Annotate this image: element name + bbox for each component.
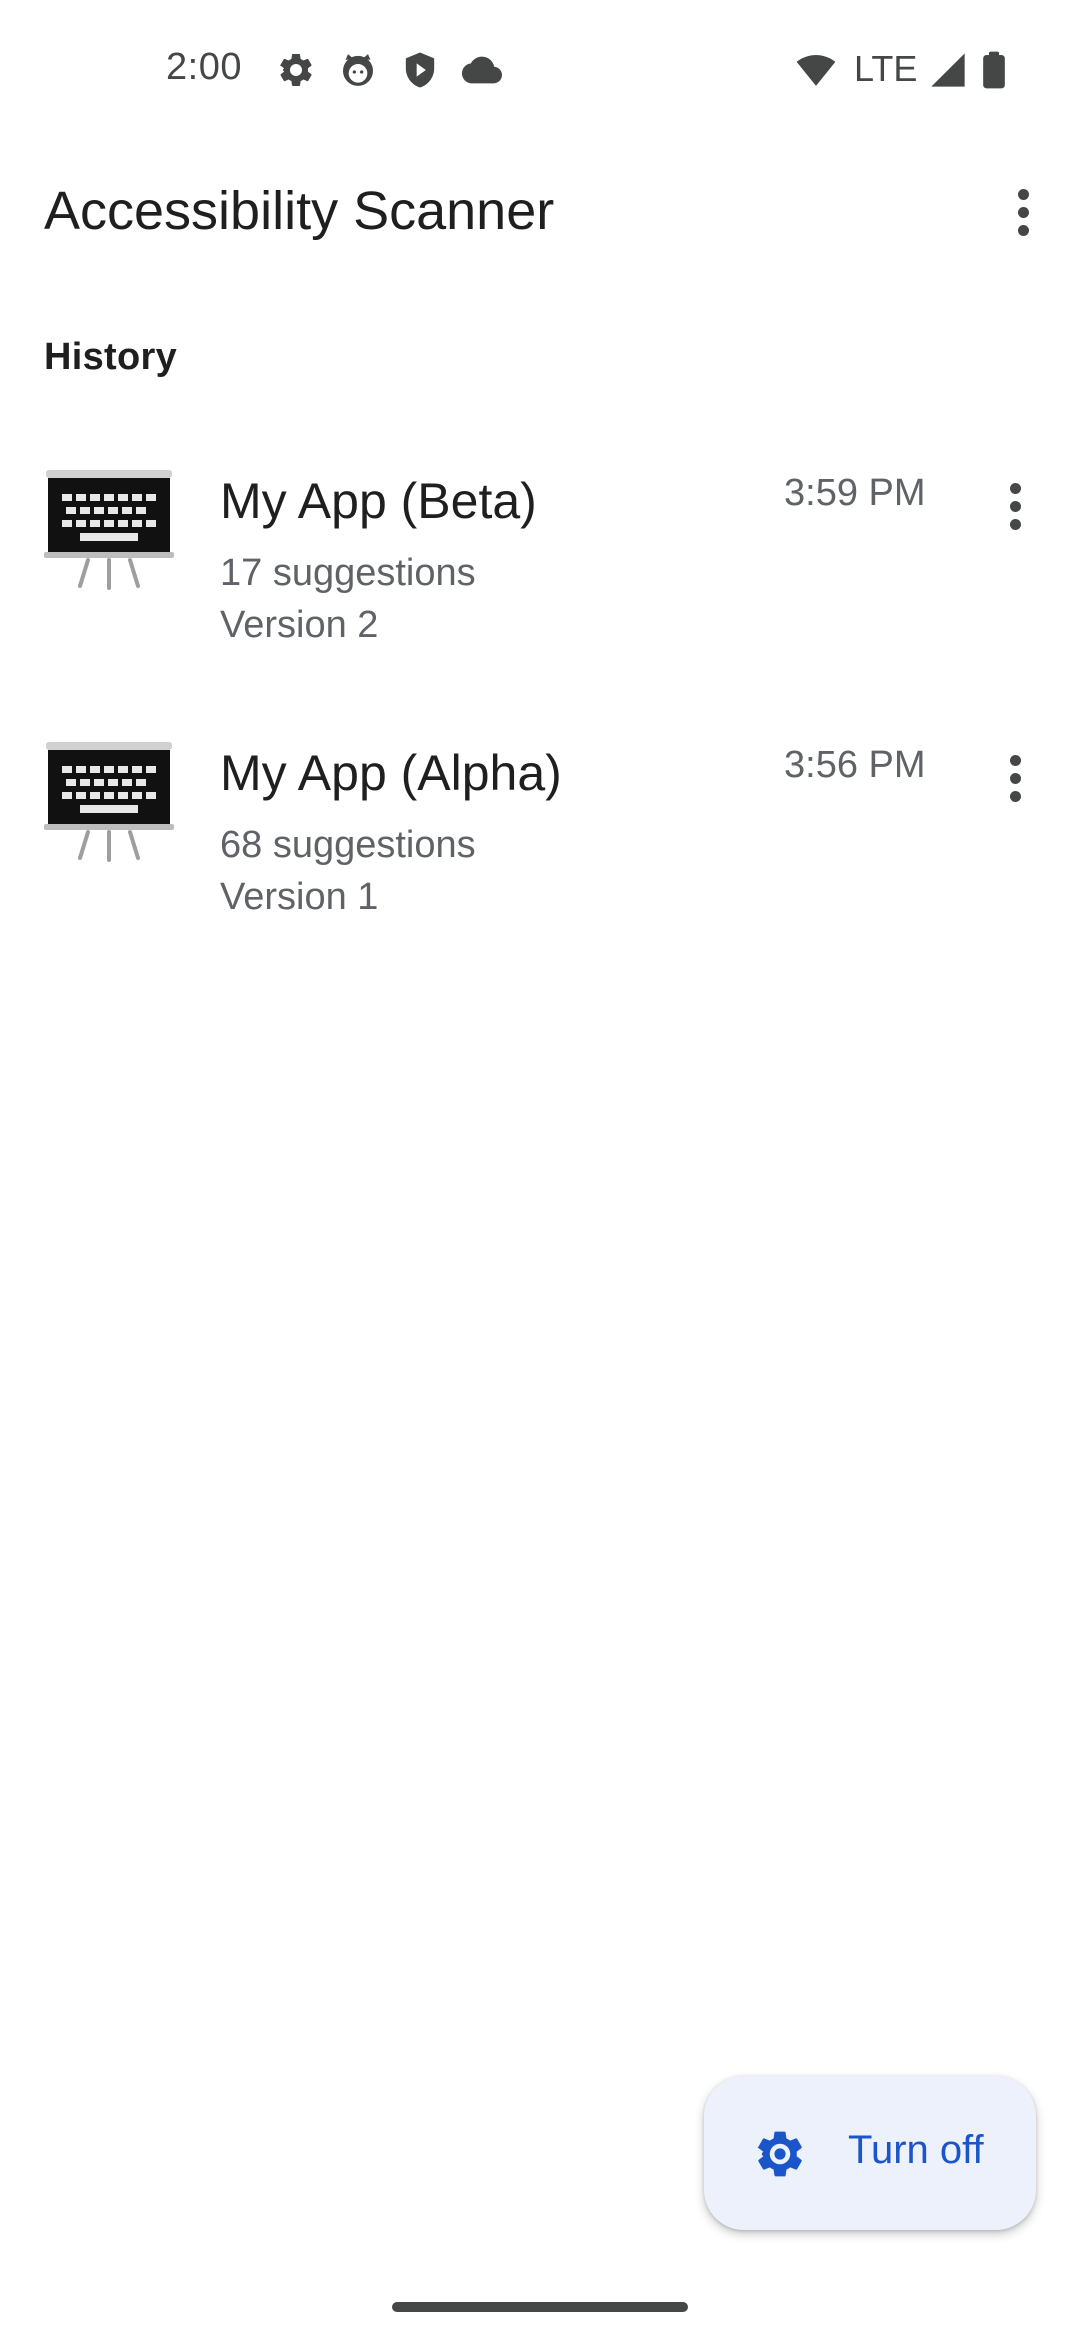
history-header: History [44, 336, 178, 378]
more-options-button[interactable] [996, 180, 1050, 244]
turn-off-button[interactable]: Turn off [704, 2076, 1036, 2230]
battery-icon [978, 50, 1010, 90]
history-item-title: My App (Beta) [220, 473, 537, 529]
history-item-version: Version 2 [220, 604, 379, 646]
history-item-more-button[interactable] [990, 466, 1040, 546]
cloud-icon [460, 50, 504, 90]
turn-off-label: Turn off [848, 2128, 984, 2172]
history-item-time: 3:59 PM [784, 472, 926, 514]
network-type: LTE [854, 48, 918, 89]
gesture-nav-handle[interactable] [392, 2302, 688, 2312]
cat-face-icon [338, 50, 378, 90]
more-vert-icon [1009, 754, 1021, 802]
app-title: Accessibility Scanner [44, 181, 555, 241]
status-bar: 2:00 LTE [0, 0, 1080, 140]
more-vert-icon [1009, 482, 1021, 530]
history-item-time: 3:56 PM [784, 744, 926, 786]
wifi-icon [794, 50, 838, 90]
history-item-title: My App (Alpha) [220, 745, 562, 801]
keyboard-screen-icon [44, 468, 174, 598]
keyboard-screen-icon [44, 740, 174, 870]
history-item-version: Version 1 [220, 876, 379, 918]
settings-icon [276, 50, 316, 90]
gear-icon [752, 2126, 808, 2182]
history-item[interactable]: My App (Alpha) 68 suggestions Version 1 … [0, 712, 1080, 984]
history-item-suggestions: 17 suggestions [220, 552, 476, 594]
status-time: 2:00 [166, 46, 242, 88]
history-list: My App (Beta) 17 suggestions Version 2 3… [0, 440, 1080, 984]
history-item-suggestions: 68 suggestions [220, 824, 476, 866]
shield-play-icon [400, 50, 440, 90]
more-vert-icon [1017, 188, 1029, 236]
signal-icon [928, 50, 968, 90]
history-item-more-button[interactable] [990, 738, 1040, 818]
history-item[interactable]: My App (Beta) 17 suggestions Version 2 3… [0, 440, 1080, 712]
